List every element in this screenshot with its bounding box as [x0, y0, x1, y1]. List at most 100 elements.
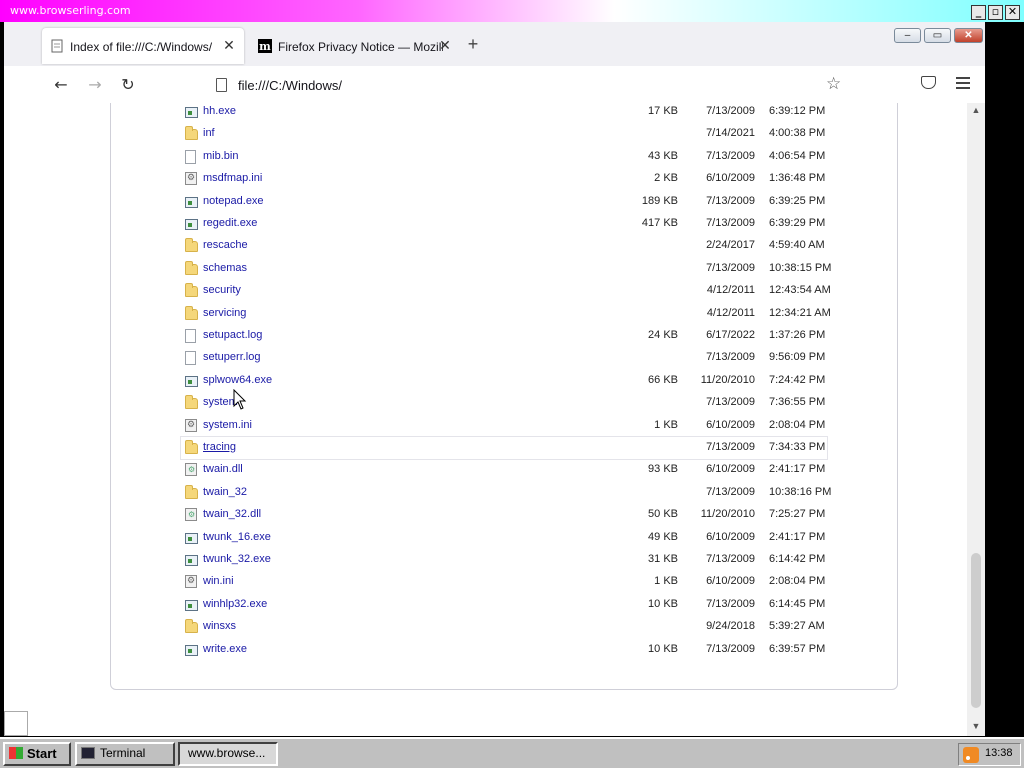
page-info-icon[interactable]	[216, 78, 227, 92]
tab-strip: Index of file:///C:/Windows/ ✕ m Firefox…	[4, 22, 985, 66]
outer-window-title: www.browserling.com	[10, 4, 131, 17]
scroll-up-icon[interactable]: ▲	[970, 105, 982, 115]
minimize-button[interactable]: –	[894, 28, 921, 43]
file-name-link[interactable]: twunk_32.exe	[203, 553, 271, 565]
file-date: 9/24/2018	[706, 620, 755, 633]
close-tab-icon[interactable]: ✕	[220, 36, 238, 54]
pocket-icon[interactable]	[921, 76, 936, 89]
file-time: 7:36:55 PM	[769, 396, 826, 409]
file-name-link[interactable]: splwow64.exe	[203, 374, 272, 386]
file-row[interactable]: write.exe 10 KB 7/13/2009 6:39:57 PM	[181, 639, 827, 661]
file-row[interactable]: system 7/13/2009 7:36:55 PM	[181, 392, 827, 414]
file-name-link[interactable]: msdfmap.ini	[203, 172, 262, 184]
file-size: 31 KB	[648, 553, 678, 565]
file-row[interactable]: system.ini 1 KB 6/10/2009 2:08:04 PM	[181, 415, 827, 437]
outer-maximize-button[interactable]: ▫	[988, 5, 1003, 20]
file-row[interactable]: schemas 7/13/2009 10:38:15 PM	[181, 258, 831, 280]
file-row[interactable]: twunk_16.exe 49 KB 6/10/2009 2:41:17 PM	[181, 527, 827, 549]
vertical-scrollbar[interactable]: ▲ ▼	[967, 103, 985, 736]
file-row[interactable]: msdfmap.ini 2 KB 6/10/2009 1:36:48 PM	[181, 168, 827, 190]
tab-label: Index of file:///C:/Windows/	[70, 40, 213, 54]
file-name-link[interactable]: twain.dll	[203, 463, 243, 475]
file-name-link[interactable]: setupact.log	[203, 329, 262, 341]
file-row[interactable]: security 4/12/2011 12:43:54 AM	[181, 280, 831, 302]
file-date: 7/13/2009	[706, 351, 755, 364]
taskbar-item-browser[interactable]: www.browse...	[178, 742, 278, 766]
file-name-link[interactable]: hh.exe	[203, 105, 236, 117]
url-bar[interactable]: file:///C:/Windows/	[204, 71, 864, 99]
file-name-link[interactable]: inf	[203, 127, 215, 139]
file-row[interactable]: inf 7/14/2021 4:00:38 PM	[181, 123, 827, 145]
file-name-link[interactable]: twain_32	[203, 486, 247, 498]
tab-index-windows[interactable]: Index of file:///C:/Windows/ ✕	[42, 28, 244, 64]
file-size: 189 KB	[641, 194, 678, 207]
file-size: 66 KB	[648, 373, 678, 386]
mouse-cursor-icon	[233, 389, 247, 410]
taskbar-item-terminal[interactable]: Terminal	[75, 742, 175, 766]
taskbar-item-label: www.browse...	[188, 746, 266, 760]
file-size: 10 KB	[648, 642, 678, 655]
file-row[interactable]: notepad.exe 189 KB 7/13/2009 6:39:25 PM	[181, 191, 827, 213]
file-row[interactable]: twain_32 7/13/2009 10:38:16 PM	[181, 482, 831, 504]
file-row[interactable]: win.ini 1 KB 6/10/2009 2:08:04 PM	[181, 571, 827, 593]
file-name-link[interactable]: winhlp32.exe	[203, 598, 267, 610]
file-row[interactable]: rescache 2/24/2017 4:59:40 AM	[181, 235, 827, 257]
dll-file-icon	[185, 508, 197, 522]
scroll-down-icon[interactable]: ▼	[970, 721, 982, 731]
file-row[interactable]: winhlp32.exe 10 KB 7/13/2009 6:14:45 PM	[181, 594, 827, 616]
url-text[interactable]: file:///C:/Windows/	[238, 78, 342, 93]
file-name-link[interactable]: tracing	[203, 441, 236, 453]
file-name-link[interactable]: setuperr.log	[203, 351, 260, 363]
file-row[interactable]: setupact.log 24 KB 6/17/2022 1:37:26 PM	[181, 325, 827, 347]
file-name-link[interactable]: servicing	[203, 307, 246, 319]
file-name-link[interactable]: rescache	[203, 239, 248, 251]
sidebar-tab[interactable]	[4, 711, 28, 736]
file-name-link[interactable]: twunk_16.exe	[203, 531, 271, 543]
folder-icon	[185, 260, 198, 275]
forward-arrow-icon[interactable]: →	[85, 75, 105, 95]
file-name-link[interactable]: regedit.exe	[203, 217, 257, 229]
file-size: 1 KB	[654, 575, 678, 588]
file-name-link[interactable]: schemas	[203, 262, 247, 274]
file-row[interactable]: tracing 7/13/2009 7:34:33 PM	[180, 436, 828, 460]
file-row[interactable]: mib.bin 43 KB 7/13/2009 4:06:54 PM	[181, 146, 827, 168]
settings-file-icon	[185, 575, 197, 589]
file-name-link[interactable]: write.exe	[203, 643, 247, 655]
back-arrow-icon[interactable]: ←	[51, 75, 71, 95]
file-row[interactable]: regedit.exe 417 KB 7/13/2009 6:39:29 PM	[181, 213, 827, 235]
tab-privacy-notice[interactable]: m Firefox Privacy Notice — Mozilla ✕	[250, 28, 451, 64]
scrollbar-thumb[interactable]	[971, 553, 981, 708]
file-time: 4:06:54 PM	[769, 149, 826, 162]
restore-button[interactable]: ▭	[924, 28, 951, 43]
file-row[interactable]: setuperr.log 7/13/2009 9:56:09 PM	[181, 347, 827, 369]
file-time: 12:43:54 AM	[769, 284, 831, 297]
file-row[interactable]: twain.dll 93 KB 6/10/2009 2:41:17 PM	[181, 459, 827, 481]
file-time: 2:41:17 PM	[769, 463, 826, 476]
outer-close-button[interactable]: ✕	[1005, 5, 1020, 20]
executable-icon	[185, 375, 198, 387]
svg-text:m: m	[259, 40, 271, 53]
file-row[interactable]: hh.exe 17 KB 7/13/2009 6:39:12 PM	[181, 103, 827, 123]
file-name-link[interactable]: twain_32.dll	[203, 508, 261, 520]
reload-icon[interactable]: ↻	[118, 75, 138, 95]
close-tab-icon[interactable]: ✕	[436, 36, 454, 54]
file-row[interactable]: splwow64.exe 66 KB 11/20/2010 7:24:42 PM	[181, 370, 827, 392]
file-name-link[interactable]: system.ini	[203, 419, 252, 431]
file-name-link[interactable]: mib.bin	[203, 150, 238, 162]
start-button[interactable]: Start	[3, 742, 71, 766]
hamburger-menu-icon[interactable]	[956, 77, 970, 92]
rss-icon[interactable]	[963, 747, 979, 763]
file-row[interactable]: twunk_32.exe 31 KB 7/13/2009 6:14:42 PM	[181, 549, 827, 571]
close-window-button[interactable]: ✕	[954, 28, 983, 43]
outer-minimize-button[interactable]: _	[971, 5, 986, 20]
file-name-link[interactable]: win.ini	[203, 575, 234, 587]
file-row[interactable]: twain_32.dll 50 KB 11/20/2010 7:25:27 PM	[181, 504, 827, 526]
new-tab-button[interactable]: +	[464, 35, 482, 54]
file-name-link[interactable]: notepad.exe	[203, 195, 264, 207]
file-row[interactable]: servicing 4/12/2011 12:34:21 AM	[181, 303, 831, 325]
file-name-link[interactable]: security	[203, 284, 241, 296]
file-row[interactable]: winsxs 9/24/2018 5:39:27 AM	[181, 616, 827, 638]
file-name-link[interactable]: winsxs	[203, 620, 236, 632]
file-size: 1 KB	[654, 418, 678, 431]
bookmark-star-icon[interactable]: ☆	[826, 74, 841, 94]
